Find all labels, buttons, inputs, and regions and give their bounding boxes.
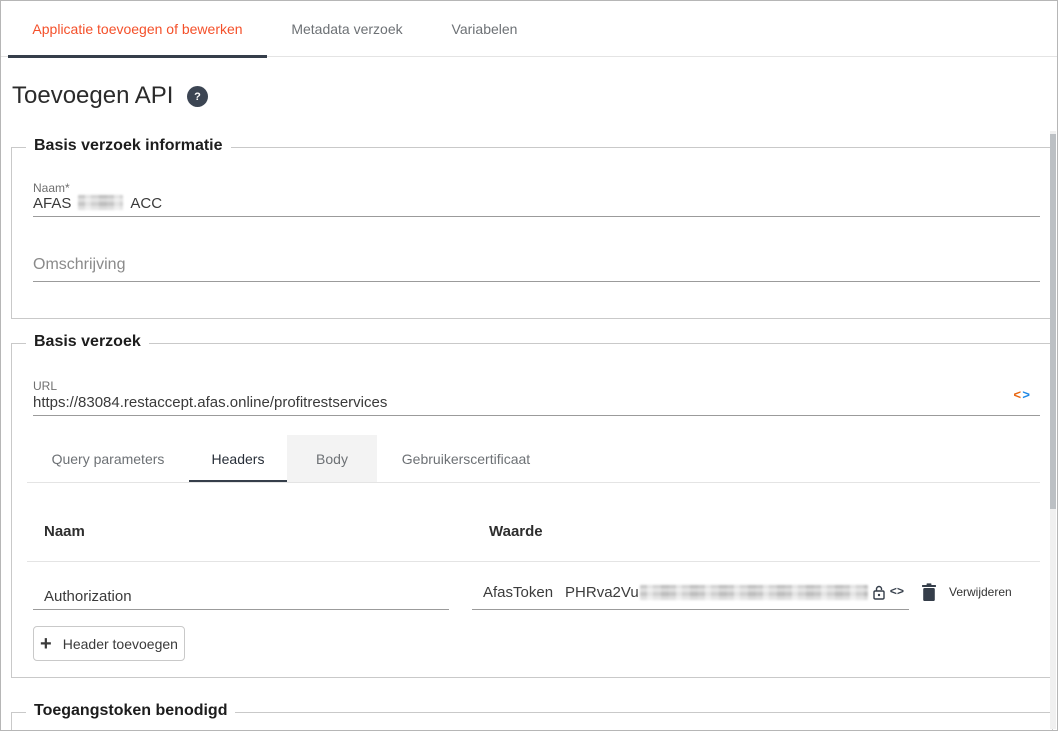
tab-label: Headers <box>212 451 265 467</box>
add-header-button[interactable]: + Header toevoegen <box>33 626 185 661</box>
name-value-prefix: AFAS <box>33 195 71 212</box>
vertical-scrollbar <box>1050 131 1056 729</box>
code-brackets-small-icon[interactable]: <> <box>890 585 904 599</box>
table-header-divider <box>27 561 1040 562</box>
tab-label: Variabelen <box>452 21 518 37</box>
code-brackets-icon[interactable]: <> <box>1013 388 1031 403</box>
code-open-glyph: < <box>1013 388 1022 403</box>
app-window: Applicatie toevoegen of bewerken Metadat… <box>0 0 1058 731</box>
name-value-suffix: ACC <box>130 195 162 212</box>
help-icon[interactable]: ? <box>187 86 208 107</box>
token-start: PHRva2Vu <box>565 584 639 601</box>
tab-variabelen[interactable]: Variabelen <box>427 1 542 57</box>
tab-gebruikerscertificaat[interactable]: Gebruikerscertificaat <box>377 435 555 483</box>
tab-metadata-verzoek[interactable]: Metadata verzoek <box>267 1 427 57</box>
column-header-waarde: Waarde <box>489 523 543 540</box>
question-mark-glyph: ? <box>194 91 201 103</box>
trash-icon <box>921 583 937 602</box>
tab-label: Body <box>316 451 348 467</box>
main-tabbar: Applicatie toevoegen of bewerken Metadat… <box>1 1 1057 57</box>
name-field-label: Naam* <box>33 181 70 195</box>
token-scheme: AfasToken <box>483 584 553 601</box>
tab-label: Applicatie toevoegen of bewerken <box>32 21 242 37</box>
redacted-name-part <box>78 195 123 210</box>
section-legend: Basis verzoek informatie <box>26 137 231 155</box>
tabbar-divider <box>27 482 1040 483</box>
section-legend: Basis verzoek <box>26 333 149 351</box>
header-name-field[interactable]: Authorization <box>44 588 132 605</box>
plus-icon: + <box>40 634 52 654</box>
tab-label: Metadata verzoek <box>291 21 402 37</box>
name-field-value[interactable]: AFAS ACC <box>33 195 162 212</box>
tab-body[interactable]: Body <box>287 435 377 483</box>
url-field-underline <box>33 415 1040 416</box>
tab-query-parameters[interactable]: Query parameters <box>27 435 189 483</box>
add-button-label: Header toevoegen <box>63 636 178 652</box>
base-request-section: Basis verzoek URL https://83084.restacce… <box>11 343 1053 678</box>
header-name-underline <box>33 609 449 610</box>
section-legend: Toegangstoken benodigd <box>26 702 235 720</box>
tab-label: Gebruikerscertificaat <box>402 451 530 467</box>
name-field-underline <box>33 216 1040 217</box>
scrollbar-thumb[interactable] <box>1050 134 1056 509</box>
column-header-naam: Naam <box>44 523 85 540</box>
code-close-glyph: > <box>1022 388 1031 403</box>
page-title: Toevoegen API <box>12 82 173 110</box>
delete-button-label: Verwijderen <box>949 585 1012 599</box>
value-field-icons: <> <box>873 585 904 600</box>
tab-headers[interactable]: Headers <box>189 435 287 483</box>
access-token-section: Toegangstoken benodigd <box>11 712 1053 731</box>
lock-icon[interactable] <box>873 585 885 600</box>
url-field-value[interactable]: https://83084.restaccept.afas.online/pro… <box>33 394 387 411</box>
request-detail-tabbar: Query parameters Headers Body Gebruikers… <box>27 435 555 483</box>
redacted-token <box>640 585 868 600</box>
header-value-underline <box>472 609 909 610</box>
tab-label: Query parameters <box>52 451 165 467</box>
active-tab-indicator <box>8 55 267 58</box>
description-field[interactable]: Omschrijving <box>33 256 125 274</box>
tab-applicatie-toevoegen[interactable]: Applicatie toevoegen of bewerken <box>8 1 267 57</box>
delete-header-button[interactable]: Verwijderen <box>921 580 1012 604</box>
basic-info-section: Basis verzoek informatie Naam* AFASACC O… <box>11 147 1053 319</box>
header-value-field[interactable]: AfasToken PHRva2Vu <> <box>472 581 909 603</box>
description-field-underline <box>33 281 1040 282</box>
url-field-label: URL <box>33 379 57 393</box>
